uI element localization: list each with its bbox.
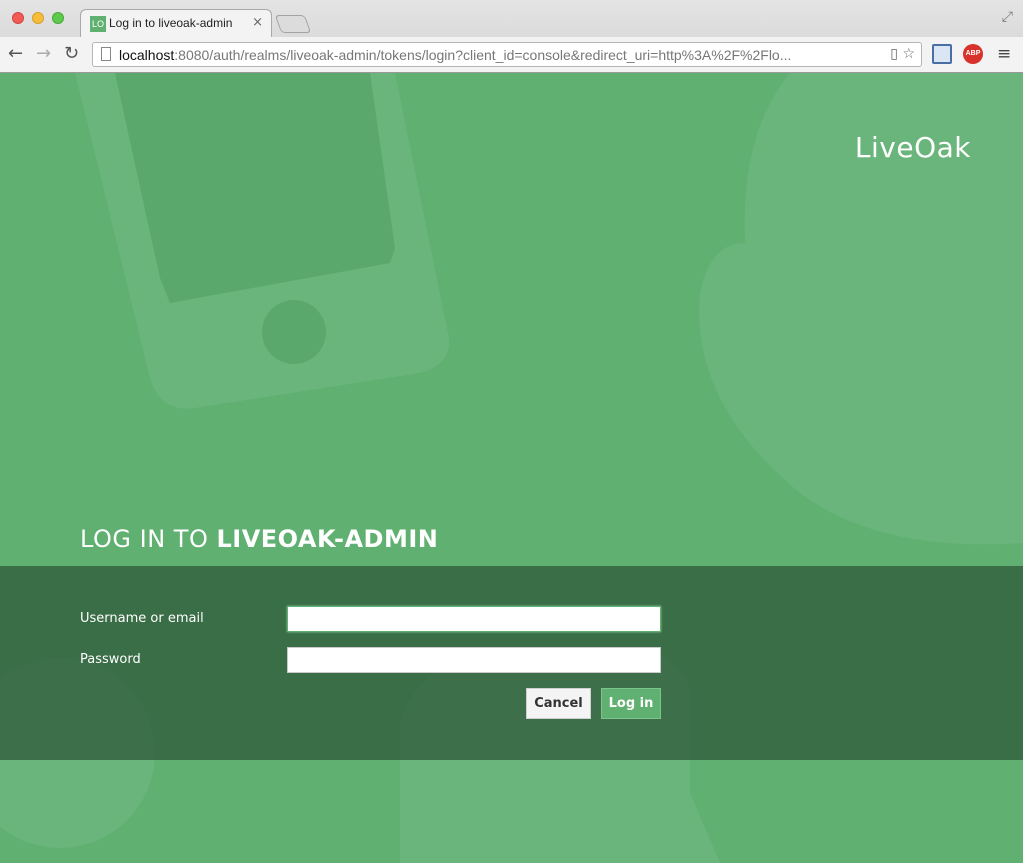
tab-close-icon[interactable]: × [252, 15, 263, 30]
username-label: Username or email [80, 611, 204, 626]
tab-title: Log in to liveoak-admin [109, 16, 233, 30]
menu-icon[interactable]: ≡ [997, 44, 1011, 64]
back-arrow-icon[interactable]: ← [8, 43, 23, 64]
url-text[interactable]: localhost:8080/auth/realms/liveoak-admin… [119, 47, 879, 63]
favicon-icon: LO [90, 16, 106, 32]
window-minimize-button[interactable] [32, 12, 44, 24]
realm-name: LIVEOAK-ADMIN [216, 525, 439, 553]
star-icon[interactable]: ☆ [902, 46, 915, 62]
page-icon [101, 47, 111, 61]
address-bar[interactable]: localhost:8080/auth/realms/liveoak-admin… [92, 42, 922, 67]
new-tab-button[interactable] [274, 15, 312, 33]
password-label: Password [80, 652, 141, 667]
reader-icon[interactable]: ▯ [890, 46, 898, 62]
password-input[interactable] [287, 647, 661, 673]
reload-icon[interactable]: ↻ [64, 43, 79, 64]
url-host: localhost [119, 47, 175, 63]
title-prefix: LOG IN TO [80, 525, 217, 553]
window-close-button[interactable] [12, 12, 24, 24]
page-title: LOG IN TO LIVEOAK-ADMIN [80, 525, 438, 553]
adblock-plus-icon[interactable]: ABP [963, 44, 983, 64]
extension-icon[interactable] [932, 44, 952, 64]
username-input[interactable] [287, 606, 661, 632]
login-button[interactable]: Log in [601, 688, 661, 719]
forward-arrow-icon[interactable]: → [36, 43, 51, 64]
browser-tab[interactable]: LO Log in to liveoak-admin × [80, 9, 272, 37]
cancel-button[interactable]: Cancel [526, 688, 591, 719]
url-path: :8080/auth/realms/liveoak-admin/tokens/l… [174, 47, 792, 63]
fullscreen-icon[interactable]: ⤢ [1002, 9, 1013, 25]
page: LiveOak LOG IN TO LIVEOAK-ADMIN Username… [0, 73, 1023, 863]
browser-chrome: LO Log in to liveoak-admin × ⤢ ← → ↻ loc… [0, 0, 1023, 73]
window-maximize-button[interactable] [52, 12, 64, 24]
brand-logo: LiveOak [854, 131, 971, 164]
